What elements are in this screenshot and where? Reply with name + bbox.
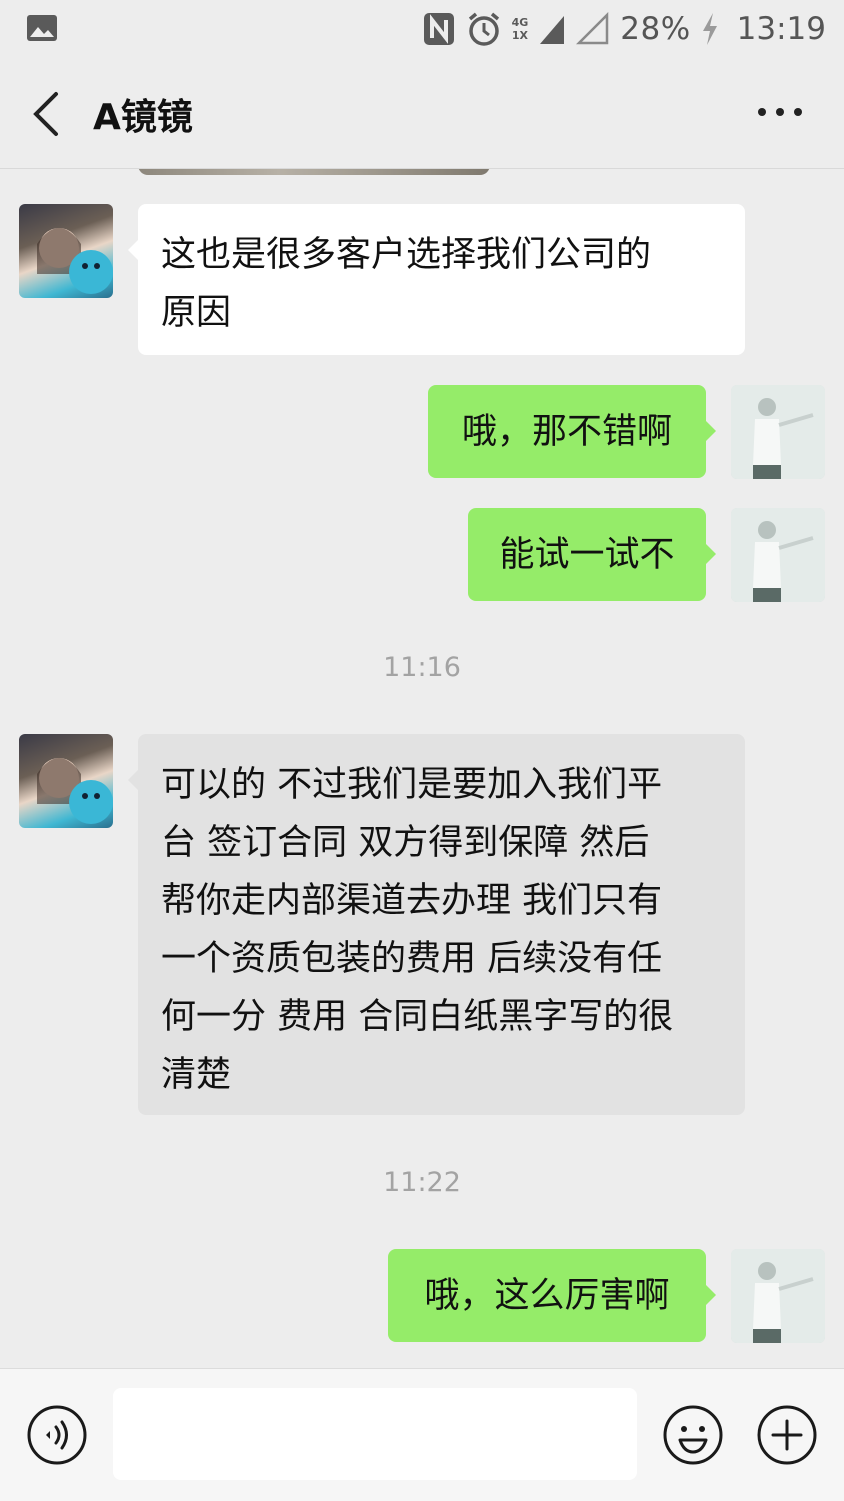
- outgoing-message-bubble[interactable]: 哦，那不错啊: [428, 385, 716, 478]
- network-type: 4G 1X: [512, 16, 529, 42]
- message-list[interactable]: 这也是很多客户选择我们公司的 原因 哦，那不错啊 能试一试不 11:16 可以的…: [0, 169, 844, 1368]
- signal-icon: [540, 16, 565, 44]
- clock: 13:19: [736, 11, 826, 47]
- my-avatar[interactable]: [731, 508, 825, 602]
- status-bar: 4G 1X 28% 13:19: [0, 0, 844, 58]
- input-bar: [0, 1368, 844, 1501]
- image-message-partial[interactable]: [138, 169, 490, 175]
- back-arrow-icon[interactable]: [22, 86, 72, 142]
- message-line: 帮你走内部渠道去办理 我们只有: [161, 881, 663, 921]
- incoming-message-bubble[interactable]: 这也是很多客户选择我们公司的 原因: [128, 204, 745, 355]
- my-avatar[interactable]: [731, 1249, 825, 1343]
- chat-title: A镜镜: [93, 97, 193, 138]
- my-avatar-image: [731, 1249, 825, 1343]
- outgoing-message-bubble[interactable]: 哦，这么厉害啊: [388, 1249, 716, 1342]
- message-line: 台 签订合同 双方得到保障 然后: [161, 823, 650, 863]
- network-label-top: 4G: [511, 16, 529, 29]
- contact-avatar[interactable]: [19, 204, 113, 298]
- more-options-icon[interactable]: [756, 94, 804, 130]
- alarm-icon: [468, 12, 499, 46]
- outgoing-message-bubble[interactable]: 能试一试不: [468, 508, 716, 601]
- message-line: 一个资质包装的费用 后续没有任: [161, 939, 663, 979]
- contact-avatar-image: [37, 228, 113, 294]
- signal-empty-icon: [576, 12, 609, 45]
- message-line: 原因: [161, 293, 232, 333]
- contact-avatar[interactable]: [19, 734, 113, 828]
- status-icons: 4G 1X 28% 13:19: [422, 8, 826, 50]
- message-line: 可以的 不过我们是要加入我们平: [161, 765, 663, 805]
- gallery-icon: [27, 15, 57, 41]
- message-text: 能试一试不: [499, 535, 675, 575]
- emoji-icon[interactable]: [662, 1404, 724, 1466]
- plus-icon[interactable]: [756, 1404, 818, 1466]
- network-label-bottom: 1X: [511, 29, 528, 42]
- charging-icon: [702, 13, 717, 45]
- my-avatar-image: [731, 508, 825, 602]
- message-text: 哦，这么厉害啊: [424, 1276, 670, 1316]
- voice-icon[interactable]: [26, 1404, 88, 1466]
- chat-header: A镜镜: [0, 58, 844, 169]
- my-avatar[interactable]: [731, 385, 825, 479]
- message-text: 哦，那不错啊: [461, 412, 672, 452]
- battery-percent: 28%: [620, 11, 691, 47]
- message-input[interactable]: [113, 1388, 637, 1480]
- incoming-message-bubble[interactable]: 可以的 不过我们是要加入我们平 台 签订合同 双方得到保障 然后 帮你走内部渠道…: [128, 734, 745, 1115]
- nfc-icon: [423, 13, 454, 45]
- message-line: 何一分 费用 合同白纸黑字写的很: [161, 997, 674, 1037]
- message-timestamp: 11:16: [383, 652, 461, 683]
- message-line: 清楚: [161, 1055, 232, 1095]
- contact-avatar-image: [37, 758, 113, 824]
- message-timestamp: 11:22: [383, 1167, 461, 1198]
- my-avatar-image: [731, 385, 825, 479]
- message-line: 这也是很多客户选择我们公司的: [161, 235, 652, 275]
